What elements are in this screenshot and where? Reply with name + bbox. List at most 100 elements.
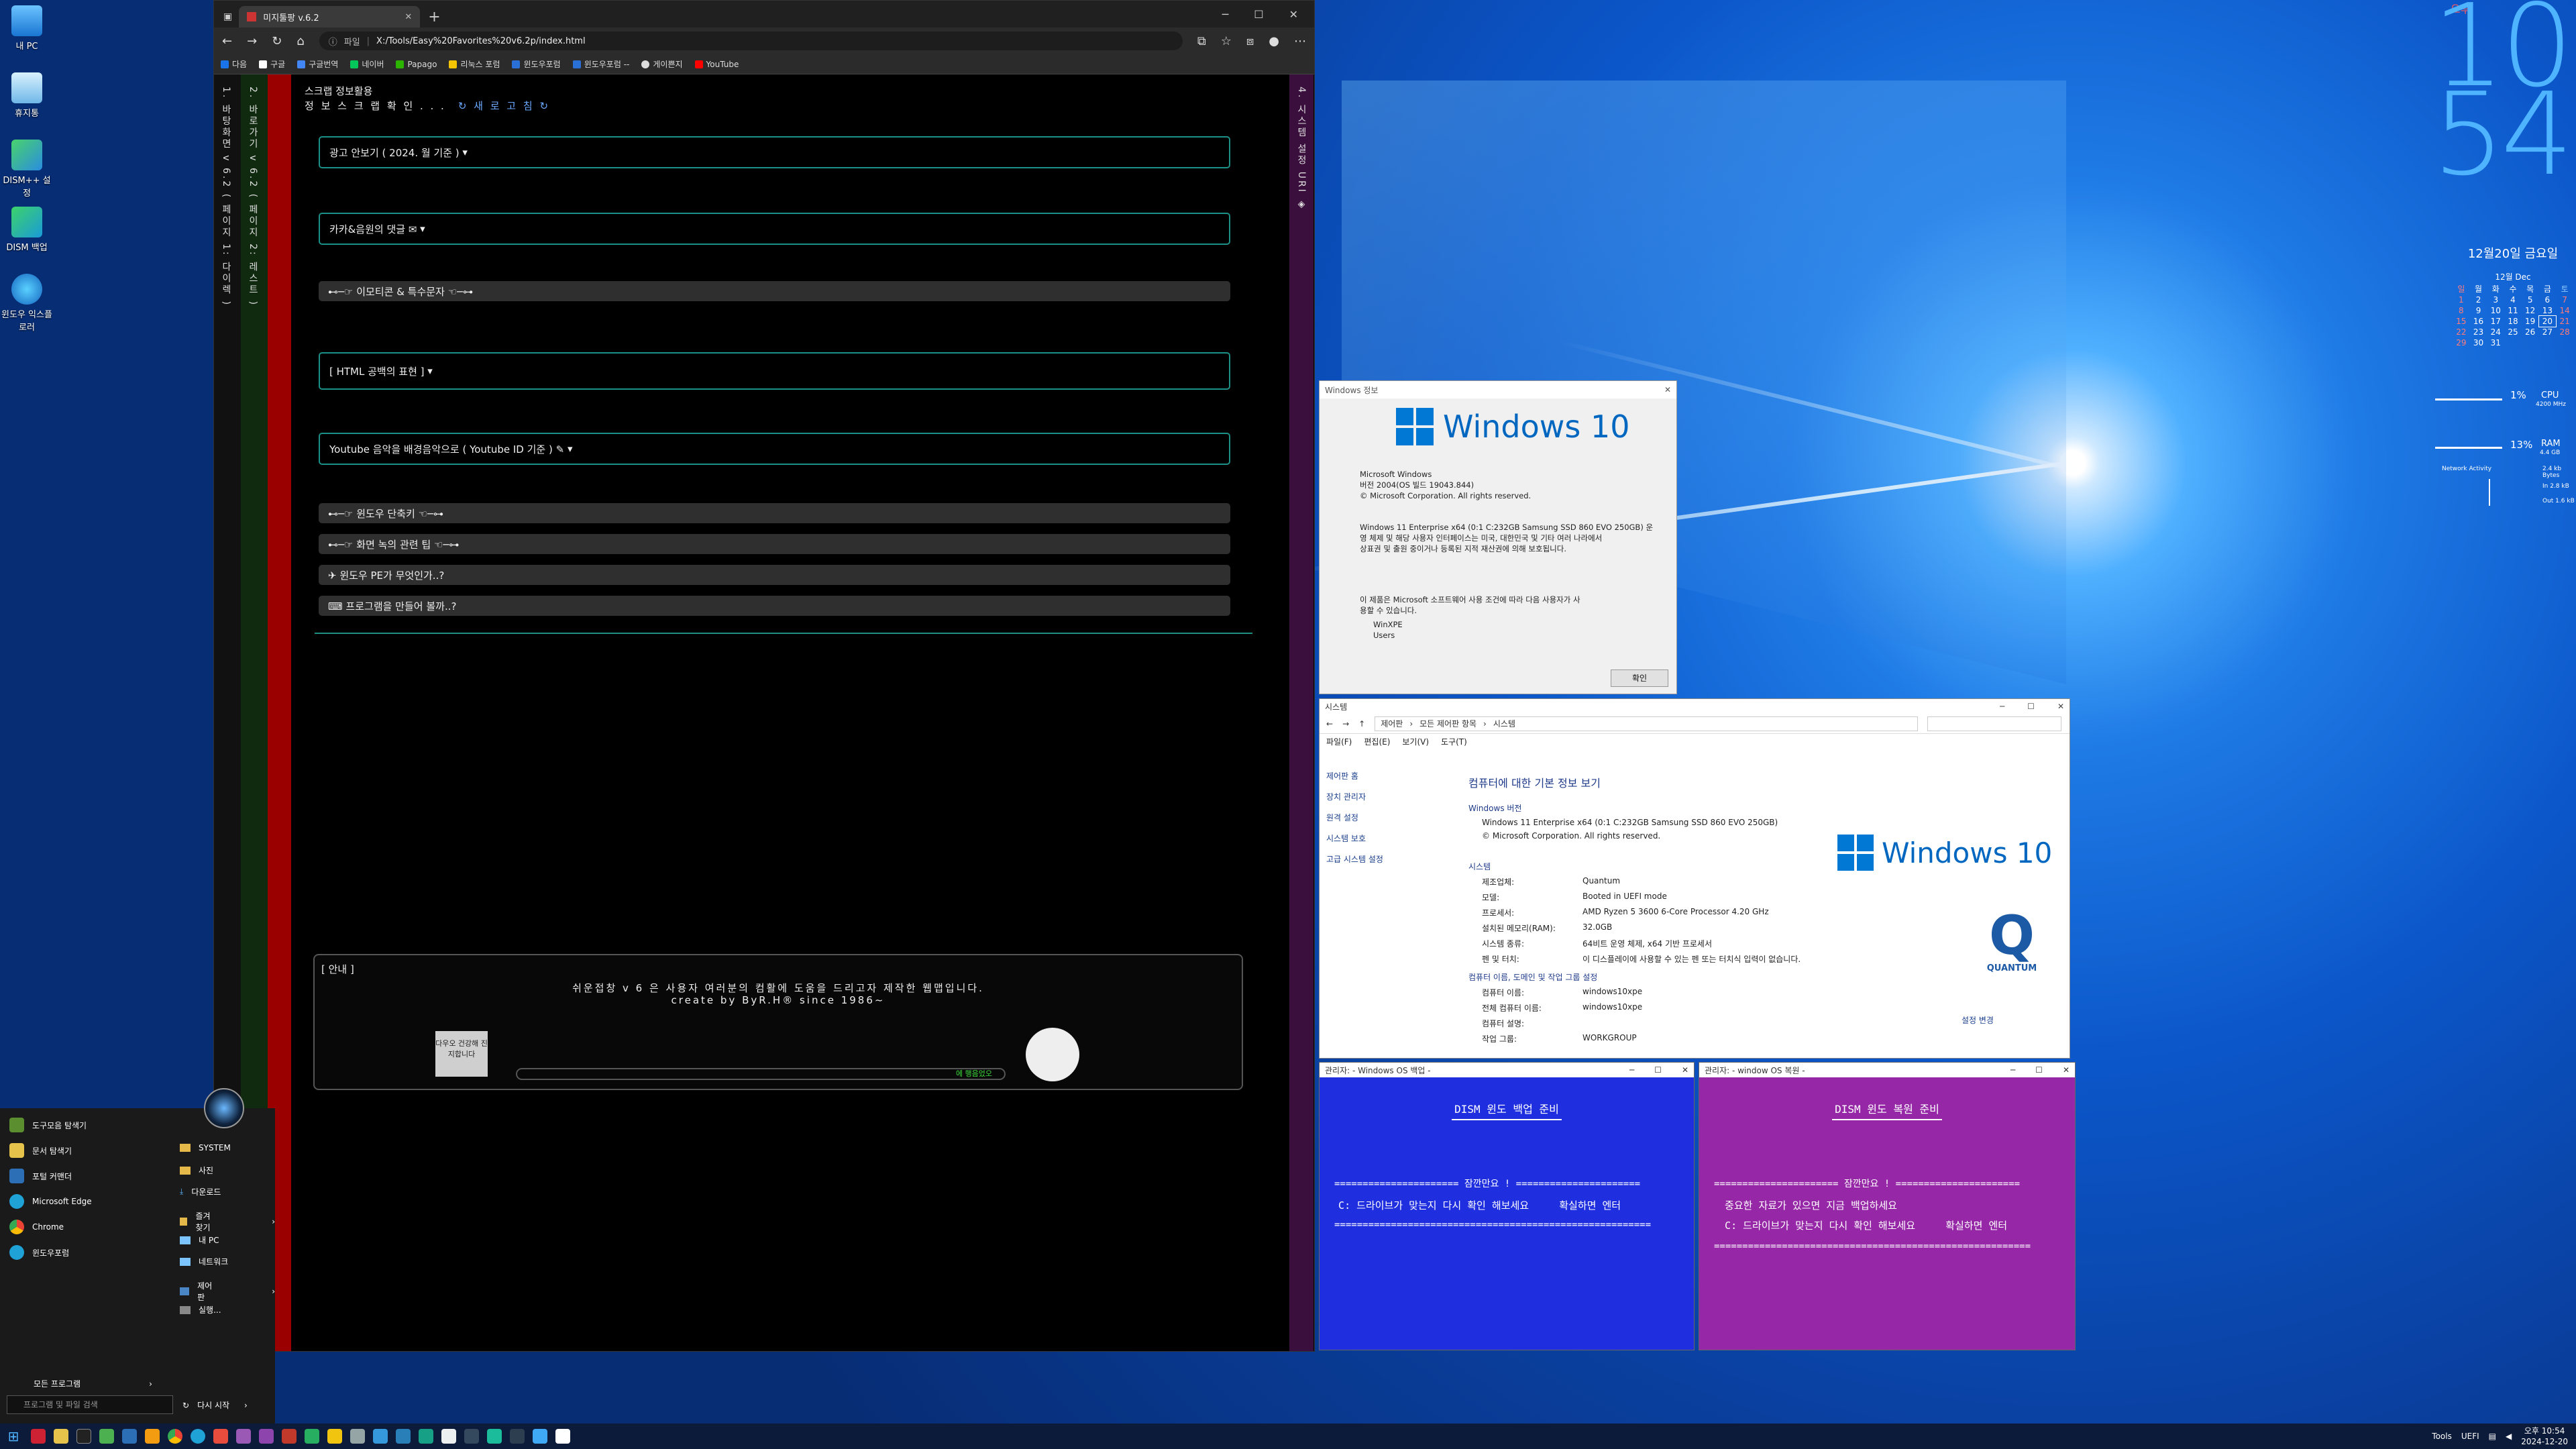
bookmark[interactable]: Papago (396, 60, 437, 69)
desktop-icon-edge[interactable]: 윈도우 익스플로러 (0, 274, 54, 333)
app-icon[interactable] (305, 1429, 319, 1444)
forward-icon[interactable]: → (247, 34, 257, 48)
app-icon[interactable] (350, 1429, 365, 1444)
link[interactable]: 원격 설정 (1326, 812, 1457, 823)
accordion-item[interactable]: ✈ 윈도우 PE가 무엇인가..? (319, 565, 1230, 585)
start-folder[interactable]: 즐겨찾기 › (180, 1210, 275, 1233)
link[interactable]: 제어판 홈 (1326, 770, 1457, 782)
app-icon[interactable] (327, 1429, 342, 1444)
bookmark[interactable]: 윈도우포럼 (512, 58, 561, 70)
maximize-icon[interactable]: ☐ (1654, 1065, 1662, 1075)
side-tab-2[interactable]: 2. 바로가기 v 6.2 ( 페이지 2: 레스트 ) (246, 87, 260, 307)
desktop-icon-dism-backup[interactable]: DISM 백업 (0, 207, 54, 253)
minimize-icon[interactable]: ─ (1629, 1065, 1634, 1075)
start-folder[interactable]: 제어판 › (180, 1280, 275, 1303)
app-icon[interactable] (31, 1429, 46, 1444)
all-programs[interactable]: 모든 프로그램 › (34, 1378, 152, 1389)
close-icon[interactable]: ✕ (1664, 385, 1671, 394)
close-icon[interactable]: ✕ (1289, 8, 1298, 21)
bookmark[interactable]: 게이쁜지 (641, 58, 683, 70)
bookmark[interactable]: 네이버 (350, 58, 384, 70)
accordion-item[interactable]: ⊷─☞ 화면 녹의 관련 팁 ☜─⊶ (319, 534, 1230, 554)
up-icon[interactable]: ↑ (1358, 719, 1365, 729)
app-icon[interactable] (213, 1429, 228, 1444)
side-tab-1[interactable]: 1. 바탕화면 v 6.2 ( 페이지 1: 다이렉 ) (219, 87, 233, 307)
app-icon[interactable] (145, 1429, 160, 1444)
start-folder[interactable]: 내 PC (180, 1234, 219, 1246)
reload-icon[interactable]: ↻ (272, 34, 282, 48)
minimize-icon[interactable]: ─ (2000, 702, 2004, 711)
back-icon[interactable]: ← (1326, 719, 1333, 729)
start-item[interactable]: Chrome (9, 1220, 64, 1234)
maximize-icon[interactable]: ☐ (1254, 8, 1263, 21)
bookmark[interactable]: YouTube (694, 60, 739, 69)
start-folder[interactable]: 실행... (180, 1304, 221, 1316)
forward-icon[interactable]: → (1342, 719, 1349, 729)
desktop-icon-dism-settings[interactable]: DISM++ 설정 (0, 140, 54, 199)
extension-icon[interactable]: ⧉ (1197, 34, 1206, 48)
close-icon[interactable]: ✕ (2063, 1065, 2070, 1075)
start-folder[interactable]: 네트워크 (180, 1256, 228, 1267)
back-icon[interactable]: ← (222, 34, 232, 48)
bookmark[interactable]: 구글번역 (297, 58, 338, 70)
app-icon[interactable] (419, 1429, 433, 1444)
accordion-item[interactable]: Youtube 음악을 배경음악으로 ( Youtube ID 기준 ) ✎ ▾ (319, 433, 1230, 465)
close-icon[interactable]: ✕ (1682, 1065, 1688, 1075)
start-search-input[interactable]: 프로그램 및 파일 검색 (7, 1395, 173, 1414)
restart-button[interactable]: ↻ 다시 시작 › (182, 1399, 248, 1411)
browser-tab[interactable]: 미지툴팡 v.6.2 ✕ (239, 6, 421, 28)
tab-actions-icon[interactable]: ▣ (223, 11, 232, 22)
accordion-item[interactable]: 카카&음원의 댓글 ✉ ▾ (319, 213, 1230, 245)
profile-icon[interactable]: ● (1269, 34, 1279, 48)
folder-icon[interactable] (54, 1429, 68, 1444)
chrome-icon[interactable] (168, 1429, 182, 1444)
app-icon[interactable] (99, 1429, 114, 1444)
app-icon[interactable] (487, 1429, 502, 1444)
search-input[interactable] (1927, 716, 2062, 731)
tray-clock[interactable]: 오후 10:54 2024-12-20 (2521, 1426, 2568, 1447)
app-icon[interactable] (555, 1429, 570, 1444)
app-icon[interactable] (122, 1429, 137, 1444)
start-button[interactable]: ⊞ (4, 1429, 23, 1444)
app-icon[interactable] (396, 1429, 411, 1444)
address-bar[interactable]: ⓘ 파일 | X:/Tools/Easy%20Favorites%20v6.2p/in… (319, 32, 1183, 50)
app-icon[interactable] (464, 1429, 479, 1444)
terminal-icon[interactable] (76, 1429, 91, 1444)
start-item[interactable]: 도구모음 탐색기 (9, 1118, 87, 1132)
accordion-item[interactable]: 광고 안보기 ( 2024. 월 기준 ) ▾ (319, 136, 1230, 168)
minimize-icon[interactable]: ─ (2010, 1065, 2015, 1075)
minimize-icon[interactable]: ─ (1222, 8, 1229, 21)
more-icon[interactable]: ⋯ (1294, 34, 1306, 48)
app-icon[interactable] (533, 1429, 547, 1444)
accordion-item[interactable]: [ HTML 공백의 표현 ] ▾ (319, 352, 1230, 390)
new-tab-button[interactable]: + (428, 9, 440, 25)
tray-tools[interactable]: Tools (2432, 1432, 2452, 1441)
start-folder[interactable]: ⤓ 다운로드 (180, 1186, 221, 1197)
accordion-item[interactable]: ⊷─☞ 윈도우 단축키 ☜─⊶ (319, 503, 1230, 523)
collections-icon[interactable]: ⧈ (1246, 34, 1254, 48)
accordion-item[interactable]: ⌨ 프로그램을 만들어 볼까..? (319, 596, 1230, 616)
bookmark[interactable]: 윈도우포럼 -- (572, 58, 629, 70)
app-icon[interactable] (441, 1429, 456, 1444)
favorites-icon[interactable]: ☆ (1221, 34, 1232, 48)
start-item[interactable]: Microsoft Edge (9, 1194, 92, 1209)
maximize-icon[interactable]: ☐ (2027, 702, 2035, 711)
app-icon[interactable] (373, 1429, 388, 1444)
tray-lang[interactable]: UEFI (2461, 1432, 2479, 1441)
ok-button[interactable]: 확인 (1611, 669, 1668, 687)
home-icon[interactable]: ⌂ (297, 34, 304, 48)
change-settings-link[interactable]: 설정 변경 (1962, 1014, 1994, 1026)
refresh-link[interactable]: ↻ 새 로 고 침 ↻ (458, 99, 550, 113)
link[interactable]: 고급 시스템 설정 (1326, 853, 1457, 865)
close-icon[interactable]: ✕ (2057, 702, 2064, 711)
bookmark[interactable]: 다음 (221, 58, 247, 70)
maximize-icon[interactable]: ☐ (2035, 1065, 2043, 1075)
desktop-icon-pc[interactable]: 내 PC (0, 5, 54, 52)
app-icon[interactable] (236, 1429, 251, 1444)
breadcrumb[interactable]: 제어판 › 모든 제어판 항목 › 시스템 (1375, 716, 1919, 731)
app-icon[interactable] (510, 1429, 525, 1444)
app-icon[interactable] (259, 1429, 274, 1444)
bookmark[interactable]: 구글 (259, 58, 285, 70)
start-folder[interactable]: SYSTEM (180, 1143, 231, 1152)
network-icon[interactable]: ▤ (2489, 1432, 2496, 1441)
